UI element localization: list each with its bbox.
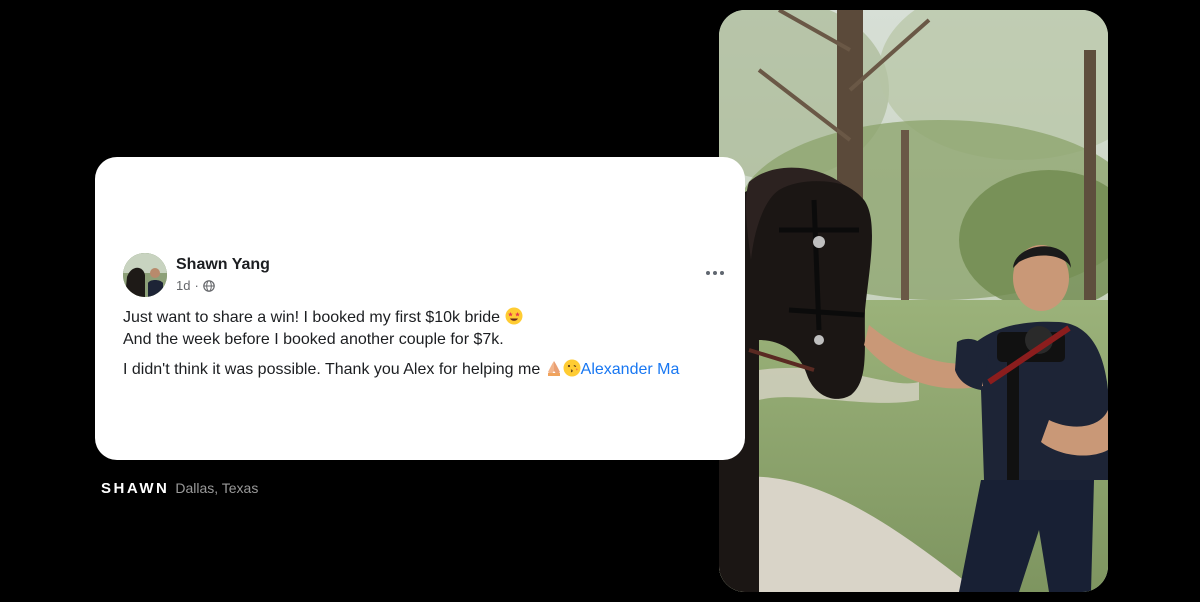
post-line-3: I didn't think it was possible. Thank yo… — [123, 359, 723, 381]
caption-name: SHAWN — [101, 480, 170, 497]
post-timestamp: 1d · — [176, 277, 270, 295]
time-separator: · — [194, 278, 199, 293]
photographer-with-horse-photo — [719, 10, 1108, 592]
post-line-1-text: Just want to share a win! I booked my fi… — [123, 309, 505, 326]
mention-link[interactable]: Alexander Ma — [581, 361, 680, 378]
post-header: Shawn Yang 1d · — [123, 253, 270, 297]
author-name[interactable]: Shawn Yang — [176, 255, 270, 275]
post-text: Just want to share a win! I booked my fi… — [123, 307, 723, 381]
more-options-icon[interactable] — [703, 261, 727, 285]
post-line-2: And the week before I booked another cou… — [123, 331, 504, 348]
kissing-face-emoji — [563, 359, 581, 377]
star-struck-emoji — [505, 307, 523, 325]
testimonial-slide: Shawn Yang 1d · Just want to share a win… — [0, 0, 1200, 602]
caption-location: Dallas, Texas — [175, 480, 259, 496]
post-line-1: Just want to share a win! I booked my fi… — [123, 307, 723, 329]
author-avatar[interactable] — [123, 253, 167, 297]
globe-icon[interactable] — [203, 280, 215, 292]
folded-hands-emoji — [547, 361, 560, 376]
post-time-text[interactable]: 1d — [176, 277, 190, 295]
post-line-3-text: I didn't think it was possible. Thank yo… — [123, 361, 545, 378]
social-post-card: Shawn Yang 1d · Just want to share a win… — [95, 157, 745, 460]
testimonial-caption: SHAWN Dallas, Texas — [101, 480, 258, 497]
